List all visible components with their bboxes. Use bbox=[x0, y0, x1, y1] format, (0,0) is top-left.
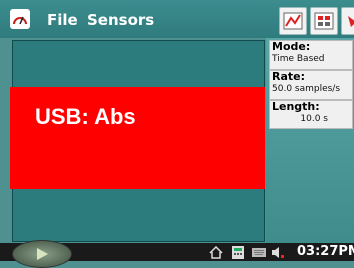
file-menu[interactable]: File bbox=[47, 11, 78, 29]
play-icon bbox=[37, 248, 48, 260]
speaker-icon[interactable] bbox=[271, 246, 285, 259]
tool-icon bbox=[348, 16, 354, 27]
mode-label: Mode: bbox=[272, 40, 311, 53]
length-box[interactable]: Length: 10.0 s bbox=[269, 100, 353, 129]
sensors-menu[interactable]: Sensors bbox=[87, 11, 154, 29]
extra-tool-button[interactable] bbox=[341, 7, 354, 35]
rate-box[interactable]: Rate: 50.0 samples/s bbox=[269, 70, 353, 100]
mode-value: Time Based bbox=[272, 54, 325, 64]
clock: 03:27PM bbox=[297, 244, 354, 259]
meter-view-button[interactable] bbox=[310, 7, 338, 35]
top-bar: File Sensors bbox=[0, 0, 354, 38]
start-button[interactable] bbox=[12, 240, 72, 268]
length-value: 10.0 s bbox=[300, 114, 328, 124]
home-icon[interactable] bbox=[209, 246, 223, 259]
rate-value: 50.0 samples/s bbox=[272, 84, 341, 94]
gauge-icon[interactable] bbox=[10, 9, 30, 29]
graph-view-button[interactable] bbox=[279, 7, 307, 35]
rate-label: Rate: bbox=[272, 70, 306, 83]
usb-sensor-banner: USB: Abs bbox=[10, 87, 265, 189]
meter-icon bbox=[314, 12, 334, 30]
keyboard-icon[interactable] bbox=[252, 246, 266, 259]
info-panel: Mode: Time Based Rate: 50.0 samples/s Le… bbox=[266, 38, 354, 243]
graph-icon bbox=[283, 12, 303, 30]
mode-box[interactable]: Mode: Time Based bbox=[269, 40, 353, 70]
calculator-icon[interactable] bbox=[231, 246, 245, 259]
length-label: Length: bbox=[272, 100, 320, 113]
usb-sensor-label: USB: Abs bbox=[35, 104, 136, 129]
